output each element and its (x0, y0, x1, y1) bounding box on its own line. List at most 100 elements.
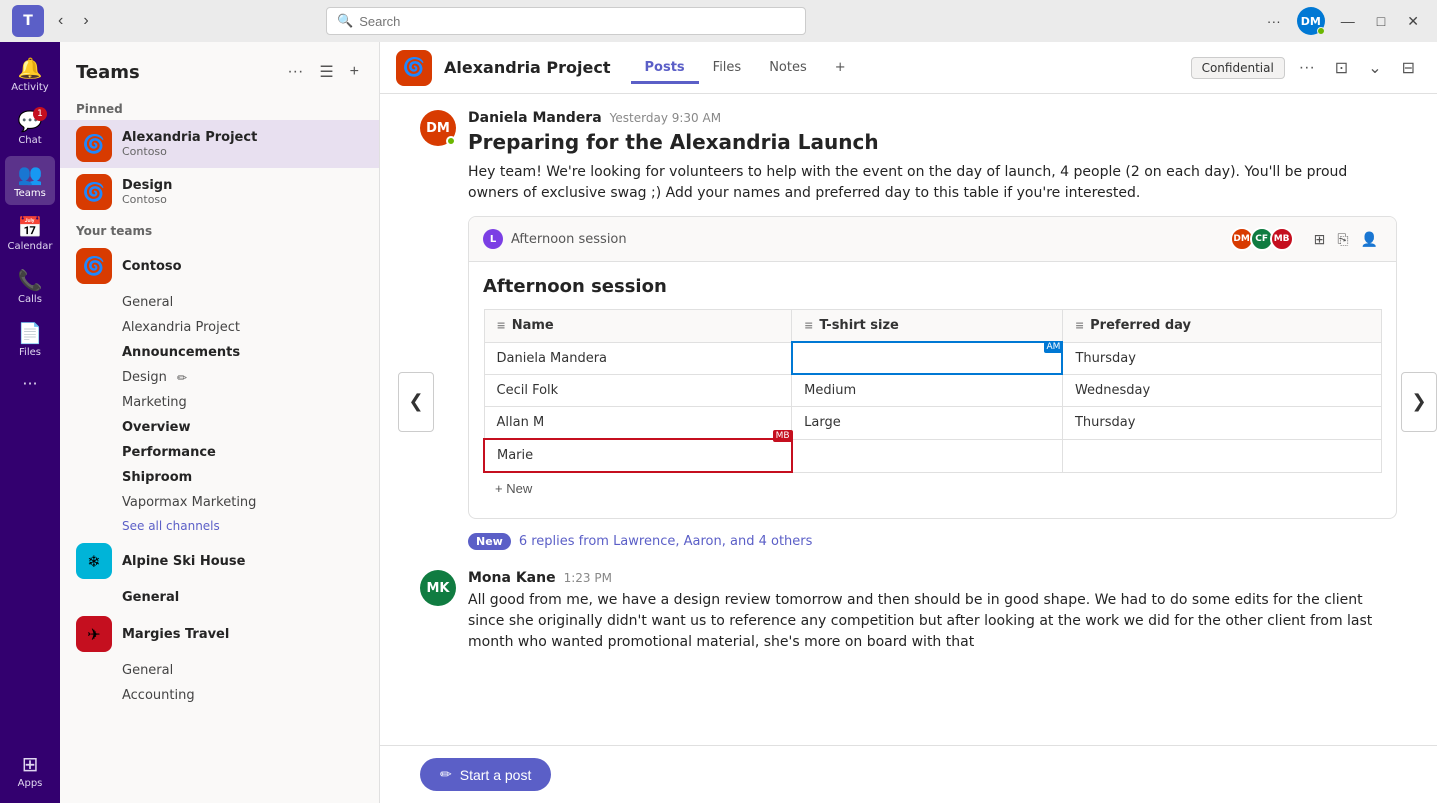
tab-files[interactable]: Files (699, 54, 756, 84)
loop-header: L Afternoon session DM CF MB ⊞ ⎘ 👤 (469, 217, 1396, 262)
col-day: ≡Preferred day (1062, 310, 1381, 343)
sidebar-item-calendar[interactable]: 📅 Calendar (5, 209, 55, 258)
post-icon: ✏ (440, 766, 452, 783)
channel-header-right: Confidential ··· ⊡ ⌄ ⊟ (1191, 54, 1421, 82)
message-text-2: All good from me, we have a design revie… (468, 590, 1397, 653)
start-post-button[interactable]: ✏ Start a post (420, 758, 551, 791)
teams-filter-button[interactable]: ☰ (315, 58, 337, 86)
reply-text[interactable]: 6 replies from Lawrence, Aaron, and 4 ot… (519, 534, 813, 549)
cell-name-2[interactable]: Cecil Folk (484, 374, 792, 407)
header-more-button[interactable]: ··· (1293, 55, 1321, 81)
loop-share-button[interactable]: 👤 (1357, 229, 1382, 250)
channel-header: 🌀 Alexandria Project Posts Files Notes +… (380, 42, 1437, 94)
activity-icon: 🔔 (18, 56, 43, 80)
loop-copy-button[interactable]: ⎘ (1333, 229, 1352, 250)
sidebar-item-chat[interactable]: 1 💬 Chat (5, 103, 55, 152)
channel-vapormax[interactable]: Vapormax Marketing (60, 490, 379, 515)
sidebar-toggle-button[interactable]: ⊟ (1396, 54, 1421, 82)
app-logo: T (12, 5, 44, 37)
col-tshirt: ≡T-shirt size (792, 310, 1063, 343)
channel-alexandria[interactable]: Alexandria Project (60, 315, 379, 340)
user-avatar[interactable]: DM (1297, 7, 1325, 35)
team-item-alexandria-pinned[interactable]: 🌀 Alexandria Project Contoso ··· (60, 120, 379, 168)
channel-shiproom[interactable]: Shiproom (60, 465, 379, 490)
sidebar-item-label: Teams (14, 188, 46, 199)
sidebar-item-calls[interactable]: 📞 Calls (5, 262, 55, 311)
teams-icon: 👥 (18, 162, 43, 186)
channel-announcements[interactable]: Announcements (60, 340, 379, 365)
sidebar-item-teams[interactable]: 👥 Teams (5, 156, 55, 205)
team-icon-margies: ✈ (76, 616, 112, 652)
sidebar-item-label: Calls (18, 294, 42, 305)
tab-notes[interactable]: Notes (755, 54, 821, 84)
cell-tshirt-4[interactable] (792, 439, 1063, 472)
expand-button[interactable]: ⌄ (1362, 54, 1387, 82)
team-item-margies[interactable]: ✈ Margies Travel ··· (60, 610, 379, 658)
team-item-alpine[interactable]: ❄ Alpine Ski House ··· (60, 537, 379, 585)
loop-icon: L (483, 229, 503, 249)
nav-arrow-right[interactable]: ❯ (1401, 372, 1437, 432)
tab-posts[interactable]: Posts (631, 54, 699, 84)
team-item-contoso[interactable]: 🌀 Contoso ··· (60, 242, 379, 290)
more-options-button[interactable]: ··· (1261, 11, 1287, 31)
sidebar-item-activity[interactable]: 🔔 Activity (5, 50, 55, 99)
sidebar-item-more[interactable]: ··· (5, 368, 55, 399)
cell-tshirt-1[interactable]: AM (792, 342, 1063, 374)
team-info-contoso: Contoso (122, 259, 331, 274)
search-input[interactable] (359, 14, 795, 29)
loop-avatars: DM CF MB (1234, 227, 1294, 251)
team-icon-alpine: ❄ (76, 543, 112, 579)
channel-marketing[interactable]: Marketing (60, 390, 379, 415)
channel-design[interactable]: Design✏ (60, 365, 379, 390)
team-item-design-pinned[interactable]: 🌀 Design Contoso ··· (60, 168, 379, 216)
channel-performance[interactable]: Performance (60, 440, 379, 465)
cell-name-3[interactable]: Allan M (484, 407, 792, 440)
search-icon: 🔍 (337, 14, 353, 29)
search-bar[interactable]: 🔍 (326, 7, 806, 35)
table-row: Marie MB (484, 439, 1382, 472)
teams-add-button[interactable]: + (346, 59, 363, 85)
sidebar-item-files[interactable]: 📄 Files (5, 315, 55, 364)
nav-arrow-left[interactable]: ❮ (398, 372, 434, 432)
cell-name-1[interactable]: Daniela Mandera (484, 342, 792, 374)
confidential-badge[interactable]: Confidential (1191, 57, 1285, 79)
data-table: ≡Name ≡T-shirt size ≡Preferred day (483, 309, 1382, 473)
channel-label: Overview (122, 420, 191, 435)
forward-button[interactable]: › (77, 8, 94, 34)
cell-day-4[interactable] (1062, 439, 1381, 472)
see-all-channels[interactable]: See all channels (60, 515, 379, 537)
cell-day-2[interactable]: Wednesday (1062, 374, 1381, 407)
team-sub-alexandria: Contoso (122, 145, 331, 158)
team-name-alpine: Alpine Ski House (122, 554, 331, 569)
minimize-button[interactable]: — (1335, 11, 1361, 31)
team-info-alpine: Alpine Ski House (122, 554, 331, 569)
tab-add[interactable]: + (821, 54, 860, 84)
loop-grid-button[interactable]: ⊞ (1310, 229, 1330, 250)
channel-general-alpine[interactable]: General (60, 585, 379, 610)
back-button[interactable]: ‹ (52, 8, 69, 34)
channel-overview[interactable]: Overview (60, 415, 379, 440)
message-time-2: 1:23 PM (564, 571, 612, 585)
cell-tshirt-3[interactable]: Large (792, 407, 1063, 440)
new-row-button[interactable]: + New (483, 473, 544, 504)
table-row: Allan M Large Thursday (484, 407, 1382, 440)
message-text-1: Hey team! We're looking for volunteers t… (468, 162, 1397, 204)
sidebar-item-apps[interactable]: ⊞ Apps (5, 746, 55, 795)
channel-general-contoso[interactable]: General (60, 290, 379, 315)
title-bar-right: ··· DM — □ ✕ (1261, 7, 1425, 35)
cell-day-3[interactable]: Thursday (1062, 407, 1381, 440)
channel-general-margies[interactable]: General (60, 658, 379, 683)
channel-accounting[interactable]: Accounting (60, 683, 379, 708)
cell-tshirt-2[interactable]: Medium (792, 374, 1063, 407)
maximize-button[interactable]: □ (1371, 11, 1391, 31)
cell-day-1[interactable]: Thursday (1062, 342, 1381, 374)
cell-name-4[interactable]: Marie MB (484, 439, 792, 472)
close-button[interactable]: ✕ (1401, 11, 1425, 32)
cursor-am: AM (1044, 341, 1064, 353)
teams-more-button[interactable]: ··· (283, 59, 307, 85)
message-author-1: Daniela Mandera (468, 110, 602, 126)
loop-card: L Afternoon session DM CF MB ⊞ ⎘ 👤 (468, 216, 1397, 519)
edit-icon: ✏ (177, 371, 187, 385)
channel-label: Performance (122, 445, 216, 460)
meet-now-button[interactable]: ⊡ (1329, 54, 1354, 82)
